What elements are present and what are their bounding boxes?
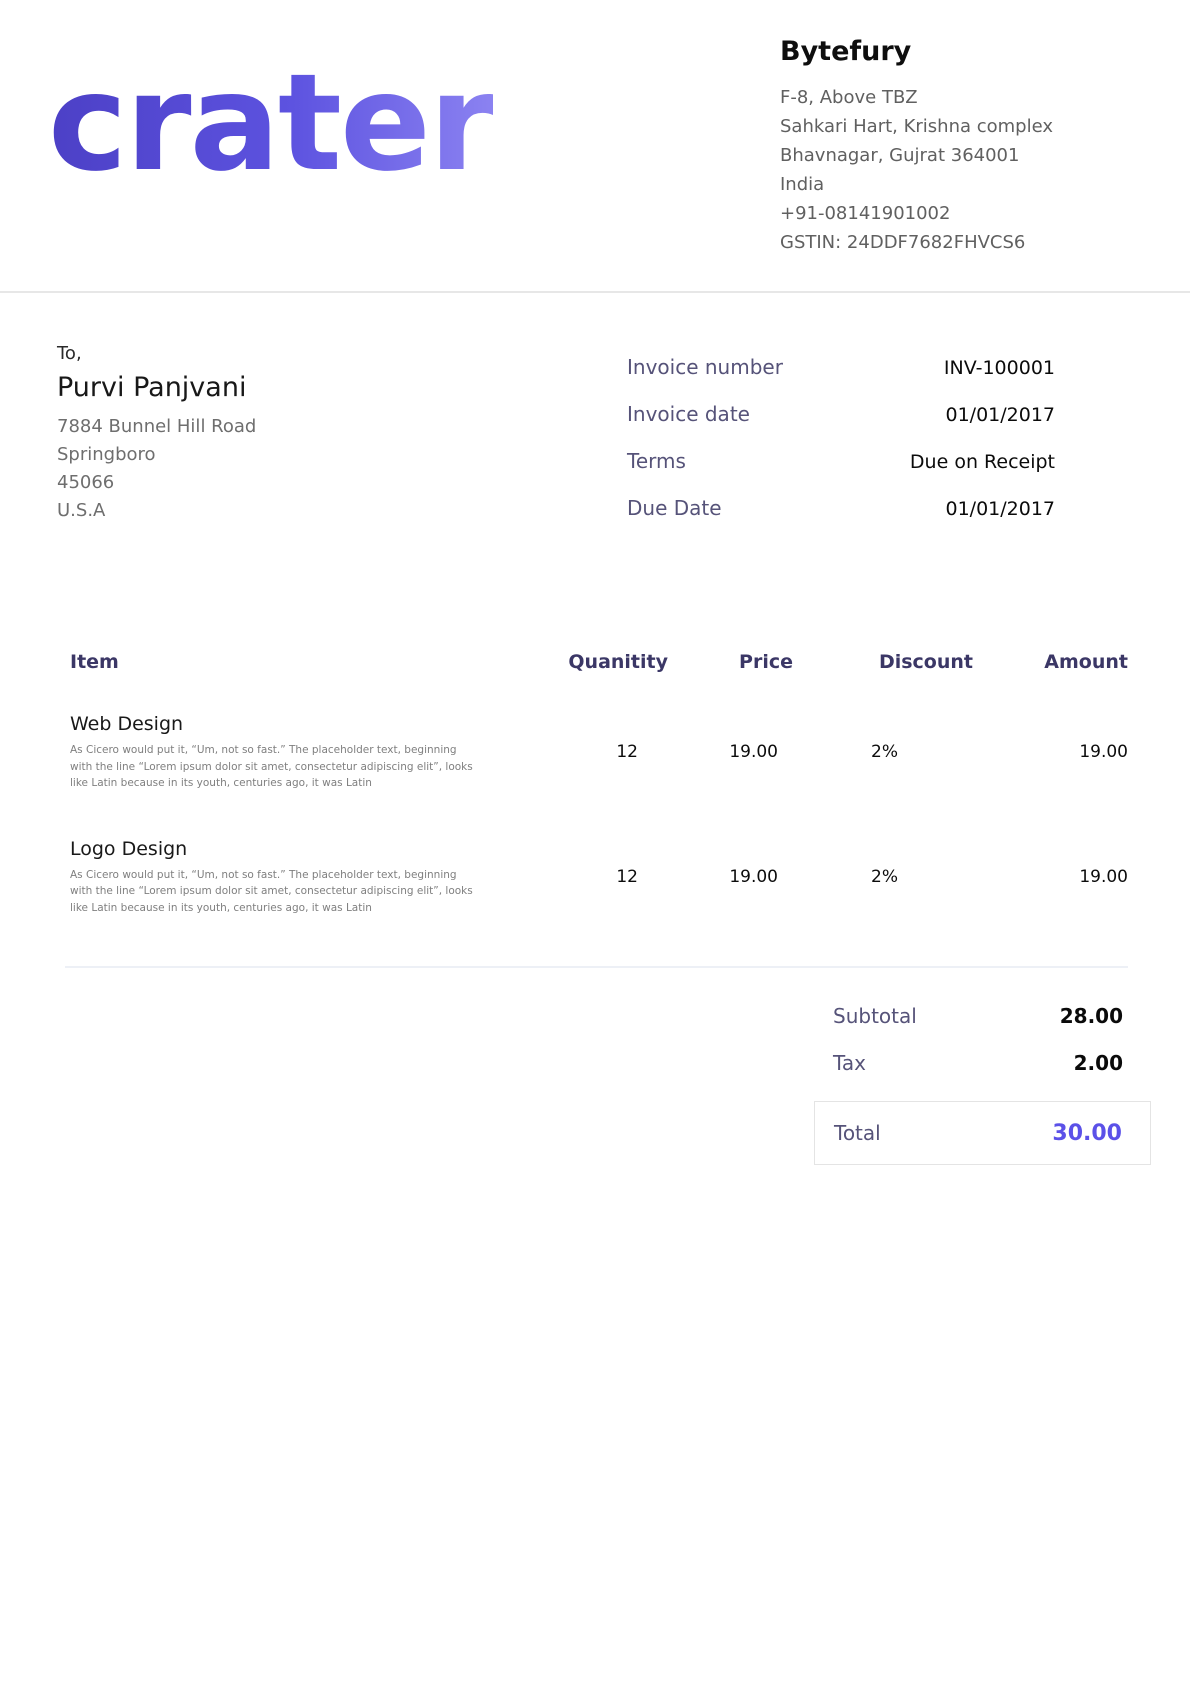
column-header-discount: Discount	[793, 651, 973, 673]
company-address-line: Sahkari Hart, Krishna complex	[780, 112, 1062, 141]
column-header-amount: Amount	[973, 651, 1128, 673]
tax-value: 2.00	[1074, 1051, 1123, 1075]
customer-address-line: 45066	[57, 469, 256, 497]
totals-block: Subtotal 28.00 Tax 2.00 Total 30.00	[814, 1004, 1151, 1165]
customer-address: 7884 Bunnel Hill Road Springboro 45066 U…	[57, 413, 256, 525]
invoice-date-label: Invoice date	[627, 402, 750, 426]
invoice-date-row: Invoice date 01/01/2017	[627, 402, 1055, 426]
company-address-line: F-8, Above TBZ	[780, 83, 1062, 112]
invoice-document: crater Bytefury F-8, Above TBZ Sahkari H…	[0, 0, 1190, 1684]
invoice-info-section: To, Purvi Panjvani 7884 Bunnel Hill Road…	[0, 293, 1190, 543]
invoice-number-label: Invoice number	[627, 355, 783, 379]
item-description: As Cicero would put it, “Um, not so fast…	[70, 867, 553, 917]
customer-address-line: 7884 Bunnel Hill Road	[57, 413, 256, 441]
subtotal-row: Subtotal 28.00	[814, 1004, 1151, 1028]
item-price: 19.00	[668, 742, 793, 762]
crater-logo: crater	[48, 56, 493, 291]
terms-label: Terms	[627, 449, 686, 473]
to-label: To,	[57, 343, 256, 364]
table-row: Web Design As Cicero would put it, “Um, …	[70, 713, 1128, 792]
company-address: F-8, Above TBZ Sahkari Hart, Krishna com…	[780, 83, 1062, 257]
company-block: Bytefury F-8, Above TBZ Sahkari Hart, Kr…	[780, 0, 1062, 291]
subtotal-value: 28.00	[1060, 1004, 1123, 1028]
table-row: Logo Design As Cicero would put it, “Um,…	[70, 838, 1128, 917]
item-description: As Cicero would put it, “Um, not so fast…	[70, 742, 553, 792]
item-amount: 19.00	[973, 742, 1128, 762]
item-description-line: like Latin because in its youth, centuri…	[70, 900, 553, 917]
item-cell: Web Design As Cicero would put it, “Um, …	[70, 713, 553, 792]
item-description-line: with the line “Lorem ipsum dolor sit ame…	[70, 759, 553, 776]
invoice-number-value: INV-100001	[944, 357, 1055, 379]
item-description-line: As Cicero would put it, “Um, not so fast…	[70, 867, 553, 884]
invoice-date-value: 01/01/2017	[945, 404, 1055, 426]
items-totals-divider	[65, 966, 1128, 968]
due-date-label: Due Date	[627, 496, 722, 520]
item-amount: 19.00	[973, 867, 1128, 887]
terms-row: Terms Due on Receipt	[627, 449, 1055, 473]
item-name: Logo Design	[70, 838, 553, 860]
due-date-value: 01/01/2017	[945, 498, 1055, 520]
item-description-line: with the line “Lorem ipsum dolor sit ame…	[70, 883, 553, 900]
items-table: Item Quanitity Price Discount Amount Web…	[0, 543, 1190, 968]
customer-address-line: Springboro	[57, 441, 256, 469]
customer-name: Purvi Panjvani	[57, 372, 256, 403]
item-price: 19.00	[668, 867, 793, 887]
company-phone: +91-08141901002	[780, 199, 1062, 228]
subtotal-label: Subtotal	[833, 1004, 917, 1028]
total-value: 30.00	[1052, 1121, 1122, 1146]
item-discount: 2%	[793, 867, 973, 887]
invoice-meta-block: Invoice number INV-100001 Invoice date 0…	[627, 343, 1055, 543]
company-gstin: GSTIN: 24DDF7682FHVCS6	[780, 228, 1062, 257]
column-header-quantity: Quanitity	[553, 651, 668, 673]
tax-row: Tax 2.00	[814, 1051, 1151, 1075]
item-quantity: 12	[553, 742, 668, 762]
bill-to-block: To, Purvi Panjvani 7884 Bunnel Hill Road…	[57, 343, 256, 543]
item-name: Web Design	[70, 713, 553, 735]
item-description-line: As Cicero would put it, “Um, not so fast…	[70, 742, 553, 759]
items-table-header: Item Quanitity Price Discount Amount	[70, 651, 1128, 673]
total-label: Total	[834, 1121, 881, 1145]
item-cell: Logo Design As Cicero would put it, “Um,…	[70, 838, 553, 917]
customer-address-line: U.S.A	[57, 497, 256, 525]
terms-value: Due on Receipt	[910, 451, 1055, 473]
due-date-row: Due Date 01/01/2017	[627, 496, 1055, 520]
item-discount: 2%	[793, 742, 973, 762]
company-address-line: India	[780, 170, 1062, 199]
column-header-item: Item	[70, 651, 553, 673]
invoice-number-row: Invoice number INV-100001	[627, 355, 1055, 379]
item-quantity: 12	[553, 867, 668, 887]
tax-label: Tax	[833, 1051, 866, 1075]
company-address-line: Bhavnagar, Gujrat 364001	[780, 141, 1062, 170]
item-description-line: like Latin because in its youth, centuri…	[70, 775, 553, 792]
invoice-header: crater Bytefury F-8, Above TBZ Sahkari H…	[0, 0, 1190, 293]
company-name: Bytefury	[780, 36, 1062, 67]
total-box: Total 30.00	[814, 1101, 1151, 1165]
column-header-price: Price	[668, 651, 793, 673]
